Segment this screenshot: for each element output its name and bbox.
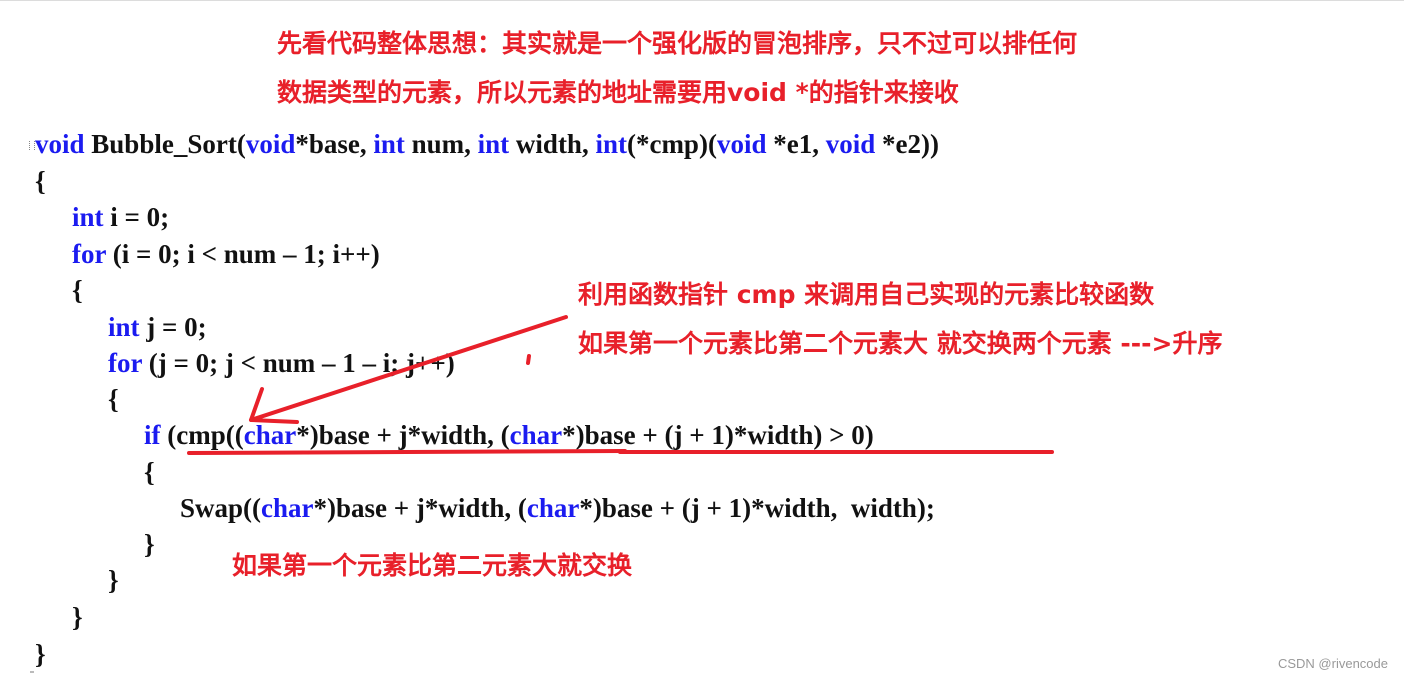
watermark: CSDN @rivencode [1277,656,1388,671]
cmp-underline-left [187,449,627,455]
stray-mark [526,354,531,365]
arrow-shaft [249,315,568,422]
annotation-overlay [187,315,1054,455]
